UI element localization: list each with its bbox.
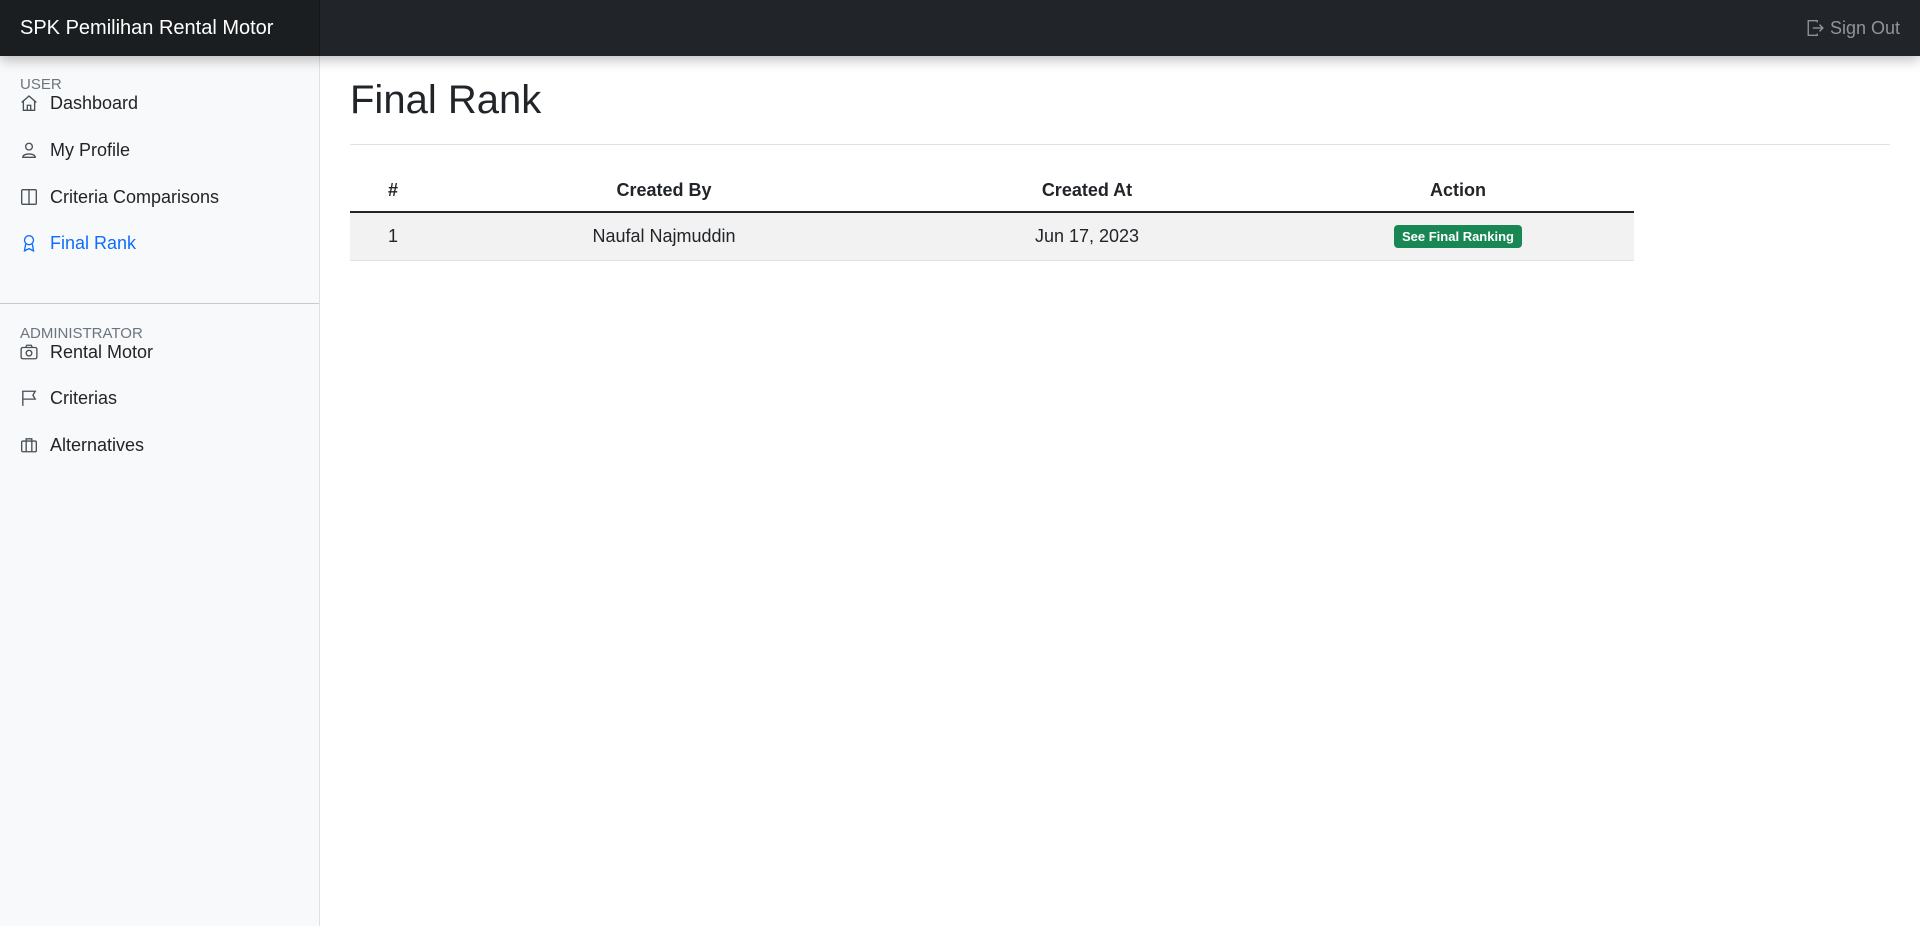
cell-action: See Final Ranking [1282, 212, 1634, 261]
table-row: 1 Naufal Najmuddin Jun 17, 2023 See Fina… [350, 212, 1634, 261]
layout-split-icon [21, 189, 37, 205]
column-header-created-by: Created By [436, 170, 892, 213]
column-header-created-at: Created At [892, 170, 1282, 213]
title-divider [350, 144, 1890, 145]
flag-icon [22, 390, 37, 406]
final-rank-table: # Created By Created At Action 1 Naufal … [350, 170, 1634, 261]
sidebar-item-rental-motor[interactable]: Rental Motor [0, 332, 320, 372]
column-header-number: # [350, 170, 436, 213]
sidebar-item-final-rank[interactable]: Final Rank [0, 223, 320, 263]
see-final-ranking-button[interactable]: See Final Ranking [1394, 224, 1522, 248]
sidebar-item-label: My Profile [50, 139, 131, 160]
sidebar-item-label: Final Rank [50, 232, 137, 253]
person-icon [22, 142, 36, 158]
sidebar-item-alternatives[interactable]: Alternatives [0, 425, 320, 465]
brand-title[interactable]: SPK Pemilihan Rental Motor [0, 0, 320, 56]
cell-created-at: Jun 17, 2023 [892, 212, 1282, 261]
sidebar-item-dashboard[interactable]: Dashboard [0, 83, 320, 123]
cell-created-by: Naufal Najmuddin [436, 212, 892, 261]
sidebar-item-label: Criterias [50, 387, 118, 408]
sidebar-item-my-profile[interactable]: My Profile [0, 130, 320, 170]
page-title: Final Rank [350, 78, 542, 122]
sidebar-item-criterias[interactable]: Criterias [0, 378, 320, 418]
award-icon [23, 235, 35, 252]
briefcase-icon [21, 438, 37, 453]
table-header-row: # Created By Created At Action [350, 170, 1634, 213]
sidebar-item-label: Rental Motor [50, 341, 154, 362]
sidebar-item-criteria-comparisons[interactable]: Criteria Comparisons [0, 177, 320, 217]
box-arrow-right-icon [1807, 20, 1824, 36]
sidebar-divider [0, 303, 319, 304]
sidebar-item-label: Criteria Comparisons [50, 186, 220, 207]
cell-number: 1 [350, 212, 436, 261]
column-header-action: Action [1282, 170, 1634, 213]
house-icon [21, 95, 37, 111]
sidebar-item-label: Dashboard [50, 92, 139, 113]
sign-out-link[interactable]: Sign Out [1806, 18, 1920, 39]
camera-icon [20, 344, 38, 360]
sign-out-label: Sign Out [1829, 17, 1900, 38]
top-navbar: SPK Pemilihan Rental Motor Sign Out [0, 0, 1920, 56]
sidebar: USER Dashboard My Profile Criteria Compa… [0, 56, 320, 926]
sidebar-item-label: Alternatives [50, 434, 145, 455]
